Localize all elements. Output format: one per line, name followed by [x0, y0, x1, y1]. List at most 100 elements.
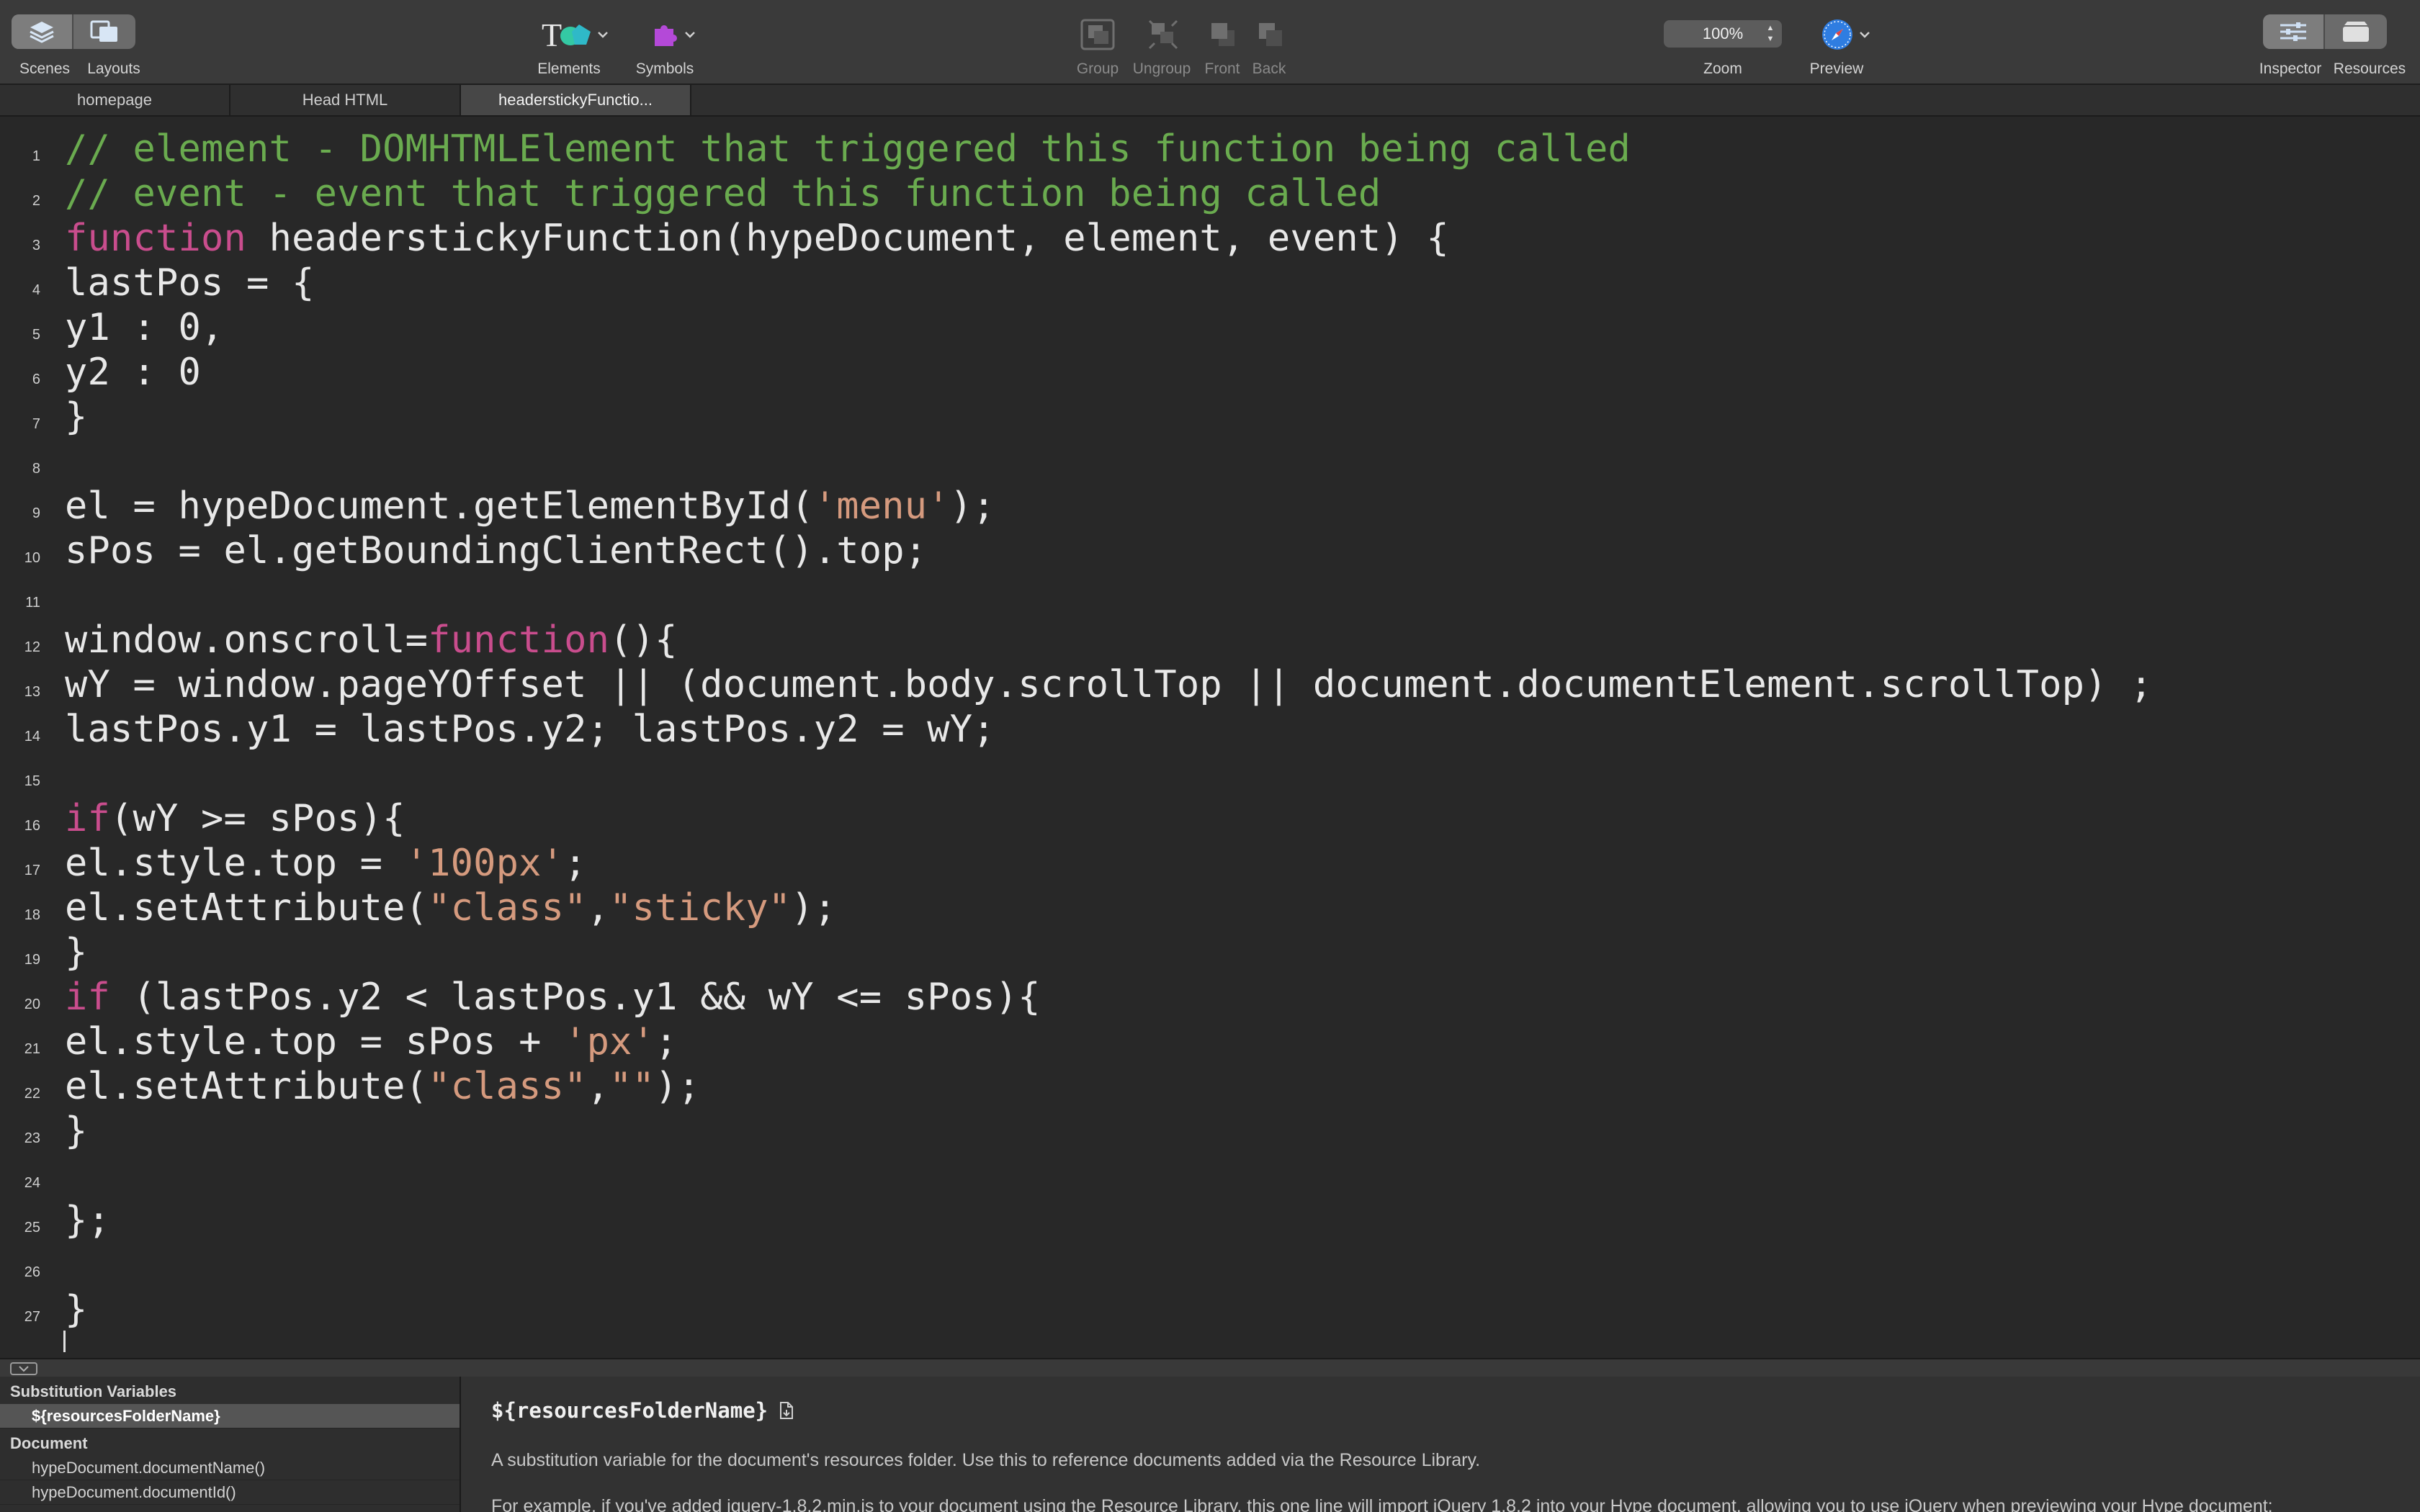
symbols-puzzle-icon — [655, 25, 677, 46]
code-line[interactable]: 1 // element - DOMHTMLElement that trigge… — [0, 127, 2420, 171]
code-line[interactable]: 4 lastPos = { — [0, 261, 2420, 305]
code-line[interactable]: 8 — [0, 439, 2420, 484]
copy-icon[interactable] — [778, 1400, 795, 1421]
code-token-keyword: if — [65, 976, 111, 1019]
code-token-plain: ); — [791, 886, 837, 930]
code-token-plain: (wY >= sPos){ — [110, 797, 405, 840]
code-token-plain: el.style.top = sPos + — [65, 1020, 565, 1063]
code-line[interactable]: 24 — [0, 1153, 2420, 1198]
line-number: 3 — [32, 238, 40, 253]
inspector-resources-segment — [2263, 14, 2387, 49]
code-line[interactable]: 3 function headerstickyFunction(hypeDocum… — [0, 216, 2420, 261]
code-line[interactable]: 22 el.setAttribute("class",""); — [0, 1064, 2420, 1109]
code-line[interactable]: 5 y1 : 0, — [0, 305, 2420, 350]
code-token-keyword: function — [65, 217, 247, 260]
sidebar-item-document-name[interactable]: hypeDocument.documentName() — [0, 1456, 460, 1480]
text-cursor — [63, 1331, 66, 1352]
sidebar-item-resources-folder-name[interactable]: ${resourcesFolderName} — [0, 1404, 460, 1428]
safari-compass-icon — [1822, 19, 1852, 50]
code-line[interactable]: 23} — [0, 1109, 2420, 1153]
code-line[interactable]: 26 — [0, 1243, 2420, 1287]
symbols-button[interactable] — [645, 17, 702, 52]
code-line[interactable]: 12 window.onscroll=function(){ — [0, 618, 2420, 662]
code-line[interactable]: 20 if (lastPos.y2 < lastPos.y1 && wY <= s… — [0, 975, 2420, 1020]
code-token-plain: lastPos.y1 = lastPos.y2; lastPos.y2 = wY… — [65, 708, 995, 751]
code-text: if(wY >= sPos){ — [65, 796, 405, 841]
group-icon — [1080, 19, 1115, 50]
code-token-string: '100px' — [405, 842, 565, 885]
code-line[interactable]: 19} — [0, 930, 2420, 975]
code-line[interactable]: 7} — [0, 395, 2420, 439]
toolbar: Scenes Layouts T Elements Symbols Group — [0, 0, 2420, 85]
code-line[interactable]: 2 // event - event that triggered this fu… — [0, 171, 2420, 216]
code-line[interactable]: 14 lastPos.y1 = lastPos.y2; lastPos.y2 = … — [0, 707, 2420, 752]
code-text: wY = window.pageYOffset || (document.bod… — [65, 662, 2153, 707]
code-text: }; — [65, 1198, 110, 1243]
tab-headersticky-function[interactable]: headerstickyFunctio... — [461, 85, 691, 115]
sidebar-item-document-id[interactable]: hypeDocument.documentId() — [0, 1480, 460, 1505]
zoom-value: 100% — [1702, 24, 1744, 42]
code-line[interactable]: 11 — [0, 573, 2420, 618]
line-number: 15 — [24, 773, 40, 789]
code-text: function headerstickyFunction(hypeDocume… — [65, 216, 1449, 261]
scenes-label: Scenes — [19, 60, 71, 77]
zoom-stepper[interactable]: ▲ ▼ — [1765, 24, 1776, 43]
code-token-plain: , — [586, 886, 610, 930]
panel-splitter[interactable] — [0, 1358, 2420, 1377]
section-header-substitution-variables: Substitution Variables — [10, 1382, 177, 1400]
tab-head-html[interactable]: Head HTML — [230, 85, 461, 115]
code-line[interactable]: 15 — [0, 752, 2420, 796]
preview-button[interactable] — [1819, 17, 1873, 52]
code-line[interactable]: 6 y2 : 0 — [0, 350, 2420, 395]
line-number: 19 — [24, 952, 40, 968]
line-number: 20 — [24, 996, 40, 1012]
code-line[interactable]: 16 if(wY >= sPos){ — [0, 796, 2420, 841]
resources-label: Resources — [2333, 60, 2406, 77]
back-button[interactable] — [1255, 19, 1286, 50]
code-token-comment: // event - event that triggered this fun… — [65, 172, 1381, 215]
group-button[interactable] — [1077, 17, 1118, 52]
code-line[interactable]: 10 sPos = el.getBoundingClientRect().top; — [0, 528, 2420, 573]
code-token-plain: } — [65, 931, 88, 974]
zoom-down-arrow-icon[interactable]: ▼ — [1767, 35, 1775, 43]
scenes-layouts-segment — [12, 14, 135, 49]
resources-button[interactable] — [2325, 14, 2387, 49]
ungroup-button[interactable] — [1145, 17, 1181, 52]
front-label: Front — [1204, 60, 1240, 77]
code-line[interactable]: 21 el.style.top = sPos + 'px'; — [0, 1020, 2420, 1064]
scenes-stack-icon — [30, 22, 54, 43]
code-text: if (lastPos.y2 < lastPos.y1 && wY <= sPo… — [65, 975, 1041, 1020]
code-line[interactable]: 18 el.setAttribute("class","sticky"); — [0, 886, 2420, 930]
collapse-panel-button[interactable] — [10, 1362, 37, 1375]
line-number: 14 — [24, 729, 40, 744]
layouts-button[interactable] — [73, 14, 135, 49]
line-number: 13 — [24, 684, 40, 700]
tab-homepage[interactable]: homepage — [0, 85, 230, 115]
resources-box-icon — [2343, 22, 2369, 42]
front-button[interactable] — [1207, 19, 1239, 50]
code-token-plain: } — [65, 1288, 88, 1331]
code-line[interactable]: 9 el = hypeDocument.getElementById('menu'… — [0, 484, 2420, 528]
layouts-label: Layouts — [87, 60, 140, 77]
zoom-field[interactable]: 100% ▲ ▼ — [1664, 20, 1782, 48]
code-token-plain: , — [586, 1065, 610, 1108]
code-token-plain: headerstickyFunction(hypeDocument, eleme… — [246, 217, 1449, 260]
line-number: 12 — [24, 639, 40, 655]
code-line[interactable]: 13 wY = window.pageYOffset || (document.b… — [0, 662, 2420, 707]
code-line[interactable]: 27} — [0, 1287, 2420, 1332]
line-number: 23 — [24, 1130, 40, 1146]
code-text: } — [65, 395, 88, 439]
inspector-button[interactable] — [2263, 14, 2325, 49]
elements-button[interactable]: T — [536, 16, 615, 53]
line-number: 24 — [24, 1175, 40, 1191]
code-token-plain: lastPos = { — [65, 261, 315, 305]
code-editor[interactable]: 1 // element - DOMHTMLElement that trigge… — [0, 117, 2420, 1358]
code-token-plain: el.setAttribute( — [65, 886, 429, 930]
code-token-plain: window.onscroll= — [65, 618, 429, 662]
code-line[interactable]: 25}; — [0, 1198, 2420, 1243]
code-token-plain: el.setAttribute( — [65, 1065, 429, 1108]
code-text: // event - event that triggered this fun… — [65, 171, 1381, 216]
zoom-up-arrow-icon[interactable]: ▲ — [1767, 24, 1775, 32]
code-line[interactable]: 17 el.style.top = '100px'; — [0, 841, 2420, 886]
scenes-button[interactable] — [12, 14, 73, 49]
